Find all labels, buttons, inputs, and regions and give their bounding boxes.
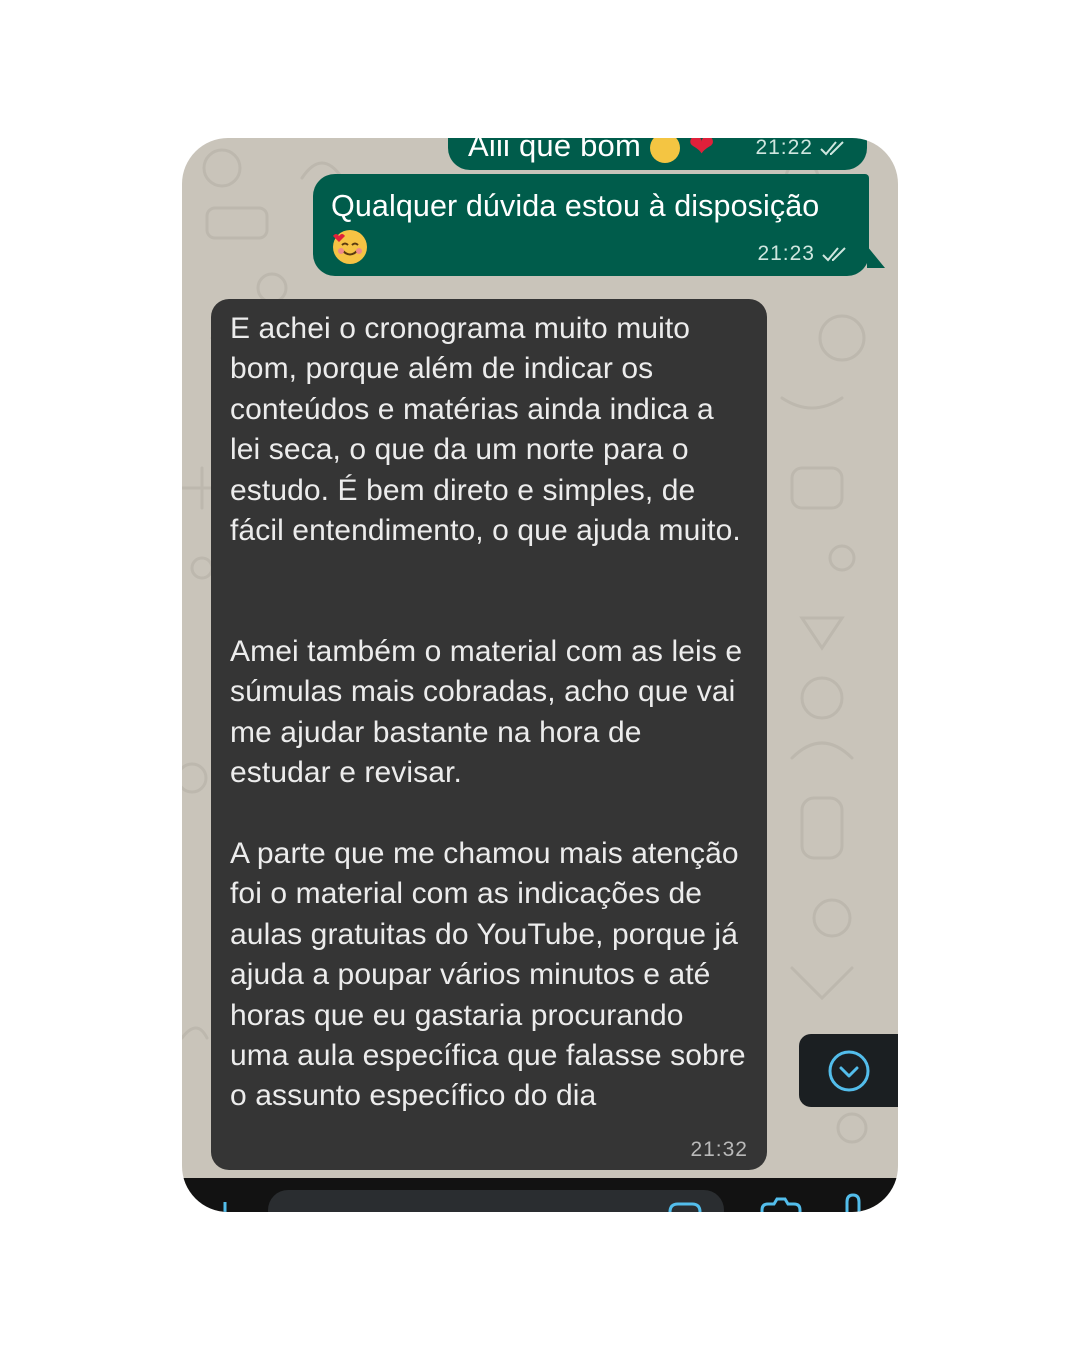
message-incoming[interactable]: E achei o cronograma muito muito bom, po…: [211, 299, 767, 1170]
message-paragraph: E achei o cronograma muito muito bom, po…: [230, 312, 741, 548]
microphone-icon[interactable]: [842, 1192, 864, 1212]
red-heart-emoji: ❤: [688, 138, 715, 163]
message-time: 21:32: [690, 1138, 748, 1161]
message-time: 21:22: [755, 138, 813, 159]
message-paragraph: A parte que me chamou mais atenção foi o…: [230, 837, 746, 1113]
message-text: Aiii que bom ❤: [468, 138, 715, 164]
message-time: 21:23: [757, 242, 815, 265]
message-text: Qualquer dúvida estou à disposição: [331, 186, 819, 276]
double-check-icon: [820, 141, 844, 156]
plus-icon[interactable]: [210, 1200, 240, 1212]
smiling-face-with-hearts-emoji: [331, 228, 819, 276]
camera-icon[interactable]: [758, 1196, 802, 1212]
message-outgoing[interactable]: Aiii que bom ❤ 21:22: [448, 138, 867, 170]
face-emoji: [649, 138, 680, 163]
message-outgoing[interactable]: Qualquer dúvida estou à disposição 21:23: [313, 174, 885, 276]
message-paragraph: Amei também o material com as leis e súm…: [230, 635, 743, 790]
sticker-icon[interactable]: [666, 1202, 702, 1212]
compose-bar: [182, 1178, 898, 1212]
chat-screen: Aiii que bom ❤ 21:22 Qualquer dúvida est…: [182, 138, 898, 1212]
double-check-icon: [822, 247, 846, 262]
message-meta: 21:22: [755, 138, 849, 160]
chevron-down-circle-icon: [828, 1050, 870, 1092]
scroll-to-bottom-button[interactable]: [799, 1034, 898, 1107]
message-meta: 21:23: [757, 242, 851, 266]
bubble-tail: [867, 246, 885, 268]
message-input[interactable]: [268, 1190, 724, 1212]
